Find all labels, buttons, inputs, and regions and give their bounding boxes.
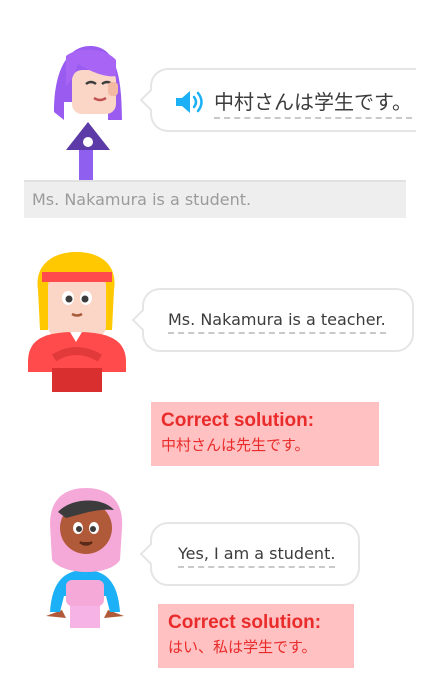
answer-text-2[interactable]: Ms. Nakamura is a teacher. — [168, 310, 386, 334]
vikram-character — [28, 252, 126, 392]
translation-text: Ms. Nakamura is a student. — [32, 190, 252, 209]
prompt-speech-bubble[interactable]: 中村さんは学生です。 — [150, 68, 416, 132]
correct-solution-text: はい、私は学生です。 — [168, 638, 317, 656]
correct-solution-title: Correct solution: — [161, 410, 315, 431]
translation-bar: Ms. Nakamura is a student. — [24, 180, 406, 218]
correct-solution-title: Correct solution: — [168, 612, 322, 633]
answer-text-3[interactable]: Yes, I am a student. — [178, 544, 336, 568]
answer-speech-bubble-3[interactable]: Yes, I am a student. — [150, 522, 360, 586]
correct-solution-text: 中村さんは先生です。 — [161, 436, 310, 454]
lily-character — [54, 46, 122, 180]
correct-solution-box-3: Correct solution: はい、私は学生です。 — [158, 604, 354, 668]
correct-solution-box-2: Correct solution: 中村さんは先生です。 — [151, 402, 379, 466]
answer-speech-bubble-2[interactable]: Ms. Nakamura is a teacher. — [142, 288, 414, 352]
speaker-icon[interactable] — [174, 90, 204, 114]
prompt-text[interactable]: 中村さんは学生です。 — [214, 86, 412, 119]
zari-character — [46, 488, 124, 628]
